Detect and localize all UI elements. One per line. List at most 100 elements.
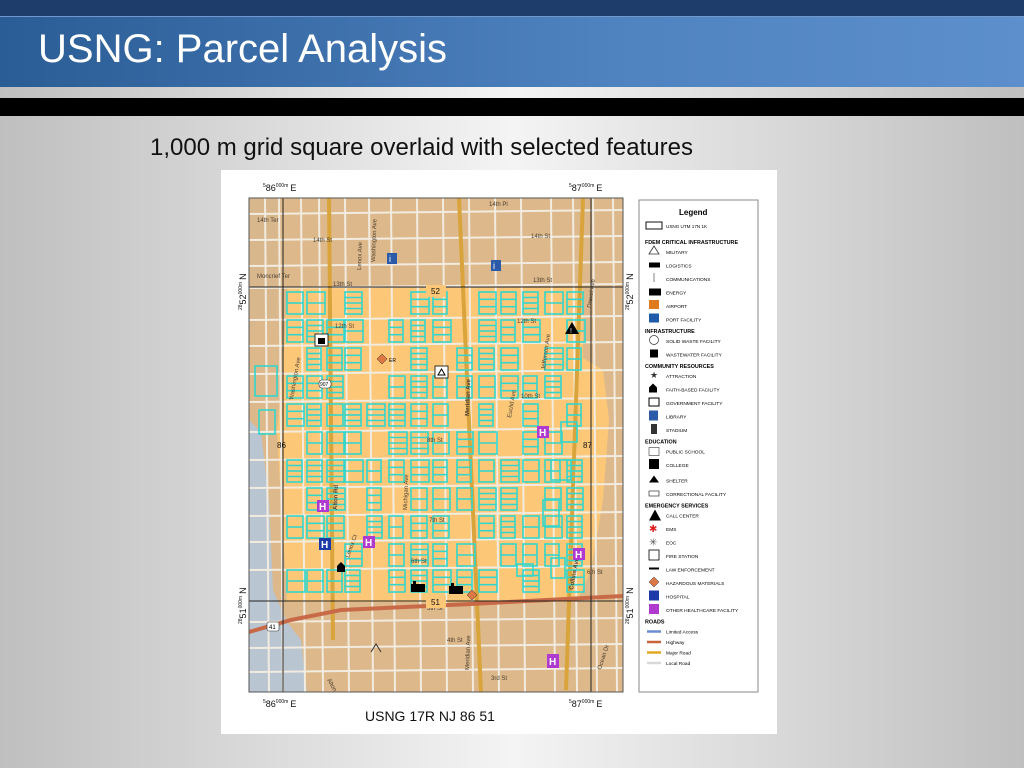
inner-label-west: 86	[277, 441, 286, 450]
hospital-icon: H	[319, 538, 331, 551]
ems-icon: ✱	[649, 524, 657, 535]
street-label: 14th St	[313, 238, 332, 244]
energy-icon	[649, 288, 661, 296]
legend-item-label: AIRPORT	[666, 304, 687, 310]
legend-item-label: PUBLIC SCHOOL	[666, 450, 705, 456]
hospital-icon	[649, 590, 659, 601]
college-icon	[314, 333, 329, 347]
northing-label-right-top: 2852000mN	[625, 273, 635, 310]
port-icon	[649, 313, 659, 323]
street-label: Meridian Ave	[465, 635, 472, 670]
eoc-icon: ✳	[649, 538, 657, 549]
street-label: 14th Pl	[489, 202, 508, 208]
legend-grid-label: USNG UTM 17N 1K	[666, 224, 708, 229]
legend-heading: EMERGENCY SERVICES	[645, 504, 709, 510]
street-label: 6th St	[587, 570, 603, 576]
legend-item-label: ATTRACTION	[666, 374, 697, 380]
slide-subtitle: 1,000 m grid square overlaid with select…	[150, 134, 693, 161]
legend-item-label: PORT FACILITY	[666, 318, 702, 324]
slide-title: USNG: Parcel Analysis	[38, 27, 448, 71]
street-label: 10th St	[521, 394, 540, 400]
legend-heading: FDEM CRITICAL INFRASTRUCTURE	[645, 240, 738, 246]
northing-label-left-bottom: 2851000mN	[238, 587, 248, 624]
inner-label-east: 87	[583, 441, 592, 450]
wastewater-icon	[650, 349, 658, 358]
legend-box	[638, 199, 759, 693]
map-frame: 14th Pl 14th Ter 14th St 14th St 13th St…	[221, 170, 777, 734]
street-label: 13th St	[333, 282, 352, 288]
legend-item-label: GOVERNMENT FACILITY	[666, 401, 723, 407]
legend-item-label: STADIUM	[666, 428, 687, 434]
legend-item-label: EMS	[666, 527, 676, 533]
street-label: 6th St	[411, 559, 427, 565]
fire-station-icon	[434, 365, 449, 379]
legend-item-label: HOSPITAL	[666, 595, 690, 601]
legend-item-label: Highway	[666, 640, 685, 646]
other-health-icon: H	[547, 654, 559, 668]
svg-text:!: !	[570, 328, 572, 335]
airport-icon	[649, 300, 659, 309]
fire-station-icon	[648, 549, 660, 561]
legend-item-label: FIRE STATION	[666, 554, 699, 560]
legend-item-label: SHELTER	[666, 479, 688, 485]
legend-item-label: CORRECTIONAL FACILITY	[666, 492, 727, 498]
street-label: 8th St	[427, 438, 443, 444]
other-health-icon: H	[317, 500, 329, 513]
svg-text:ER: ER	[389, 358, 396, 364]
divider-bar	[0, 98, 1024, 116]
library-icon: i	[387, 253, 397, 264]
legend-item-label: Local Road	[666, 661, 691, 667]
svg-text:H: H	[549, 657, 556, 668]
other-health-icon: H	[363, 536, 375, 549]
legend-item-label: OTHER HEALTHCARE FACILITY	[666, 608, 739, 614]
legend-heading: EDUCATION	[645, 440, 677, 446]
inner-label-south: 51	[431, 598, 440, 607]
street-label: Lenox Ave	[357, 241, 364, 270]
library-icon	[649, 410, 658, 421]
street-label: 3rd St	[491, 676, 507, 682]
grid-id-label: USNG 17R NJ 86 51	[365, 708, 495, 724]
legend-heading: INFRASTRUCTURE	[645, 329, 695, 335]
legend-item-label: FAITH-BASED FACILITY	[666, 388, 720, 394]
svg-text:H: H	[365, 538, 372, 549]
svg-text:✱: ✱	[649, 524, 657, 535]
svg-text:H: H	[575, 550, 582, 561]
legend-title: Legend	[679, 208, 708, 217]
legend-item-label: ENERGY	[666, 291, 687, 297]
other-health-icon: H	[537, 426, 549, 439]
legend-item-label: SOLID WASTE FACILITY	[666, 339, 722, 345]
legend-item-label: Major Road	[666, 651, 691, 657]
legend-item-label: LOGISTICS	[666, 264, 692, 270]
logistics-icon	[649, 262, 660, 268]
easting-label-bottom-right: 587000m E	[569, 699, 602, 709]
inner-label-north: 52	[431, 287, 440, 296]
svg-text:✳: ✳	[649, 538, 657, 549]
street-label: 14th Ter	[257, 218, 279, 224]
top-accent-bar	[0, 0, 1024, 16]
legend-item-label: LIBRARY	[666, 415, 687, 421]
street-label: Michigan Ave	[403, 474, 410, 510]
easting-label-top-right: 587000m E	[569, 183, 602, 193]
northing-label-right-bottom: 2851000mN	[625, 587, 635, 624]
map-svg: 14th Pl 14th Ter 14th St 14th St 13th St…	[238, 183, 759, 724]
street-label: 4th St	[447, 638, 463, 644]
map-canvas: 14th Pl 14th Ter 14th St 14th St 13th St…	[249, 198, 623, 692]
legend-item-label: MILITARY	[666, 250, 688, 256]
street-label: 14th St	[531, 234, 550, 240]
svg-text:H: H	[539, 428, 546, 439]
other-health-icon	[649, 604, 659, 614]
legend-item-label: WASTEWATER FACILITY	[666, 353, 723, 359]
attraction-icon: ★	[650, 370, 658, 380]
library-icon: i	[491, 260, 501, 271]
street-label: 12th St	[517, 319, 536, 325]
legend-item-label: EOC	[666, 541, 677, 547]
route-shield-label: 907	[320, 382, 329, 388]
route-shield-label: 41	[269, 625, 276, 631]
street-label: 12th St	[335, 324, 354, 330]
legend-item-label: LAW ENFORCEMENT	[666, 568, 715, 574]
legend-heading: ROADS	[645, 620, 665, 626]
svg-text:H: H	[321, 540, 328, 551]
legend: Legend USNG UTM 17N 1K FDEM CRITICAL INF…	[638, 199, 759, 693]
stadium-icon	[651, 424, 657, 434]
easting-label-top-left: 586000m E	[263, 183, 296, 193]
